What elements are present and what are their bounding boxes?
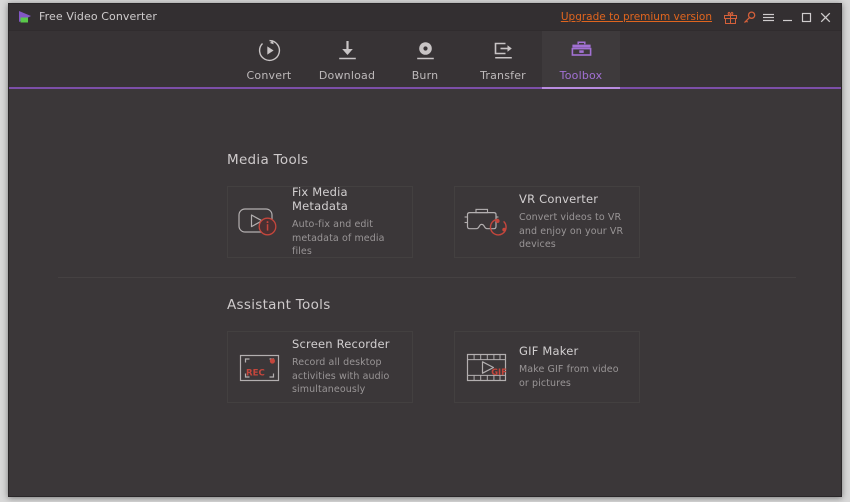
nav-item-convert[interactable]: Convert — [230, 31, 308, 89]
section-title-assistant-tools: Assistant Tools — [227, 297, 331, 313]
application-window: Free Video Converter Upgrade to premium … — [8, 3, 842, 497]
section-divider — [58, 277, 796, 278]
maximize-icon[interactable] — [797, 7, 816, 27]
transfer-icon — [492, 38, 515, 62]
nav-label-transfer: Transfer — [480, 69, 526, 82]
nav-label-download: Download — [318, 69, 376, 82]
minimize-icon[interactable] — [778, 7, 797, 27]
window-title: Free Video Converter — [39, 10, 157, 23]
card-desc-gif-maker: Make GIF from video or pictures — [519, 364, 619, 389]
nav-label-burn: Burn — [411, 69, 439, 82]
card-text-vr-converter: VR Converter Convert videos to VR and en… — [519, 192, 639, 251]
card-desc-vr-converter: Convert videos to VR and enjoy on your V… — [519, 212, 624, 251]
tool-card-screen-recorder[interactable]: REC Screen Recorder Record all desktop a… — [227, 331, 413, 403]
card-title-vr-converter: VR Converter — [519, 192, 599, 207]
download-icon — [336, 38, 359, 62]
vr-converter-icon — [455, 186, 519, 258]
svg-text:REC: REC — [246, 369, 265, 379]
fix-metadata-icon — [228, 186, 292, 258]
upgrade-to-premium-link[interactable]: Upgrade to premium version — [561, 11, 712, 23]
card-text-gif-maker: GIF Maker Make GIF from video or picture… — [519, 344, 639, 390]
toolbox-content: Media Tools Fix Media Metadata Auto-fix … — [9, 89, 841, 496]
burn-icon — [414, 38, 437, 62]
key-icon[interactable] — [740, 7, 759, 27]
convert-icon — [258, 38, 281, 62]
nav-item-transfer[interactable]: Transfer — [464, 31, 542, 89]
tool-card-vr-converter[interactable]: VR Converter Convert videos to VR and en… — [454, 186, 640, 258]
card-title-fix-media-metadata: Fix Media Metadata — [292, 185, 349, 214]
section-title-media-tools: Media Tools — [227, 152, 309, 168]
tool-card-fix-media-metadata[interactable]: Fix Media Metadata Auto-fix and edit met… — [227, 185, 413, 258]
gif-maker-icon: GIF — [455, 331, 519, 403]
nav-item-toolbox[interactable]: Toolbox — [542, 31, 620, 89]
card-text-fix-media-metadata: Fix Media Metadata Auto-fix and edit met… — [292, 185, 412, 258]
nav-item-download[interactable]: Download — [308, 31, 386, 89]
tool-card-gif-maker[interactable]: GIF GIF Maker Make GIF from video or pic… — [454, 331, 640, 403]
title-bar: Free Video Converter Upgrade to premium … — [9, 4, 841, 31]
menu-icon[interactable] — [759, 7, 778, 27]
toolbox-icon — [570, 38, 593, 62]
card-desc-fix-media-metadata: Auto-fix and edit metadata of media file… — [292, 219, 385, 258]
svg-text:GIF: GIF — [491, 367, 507, 377]
nav-label-toolbox: Toolbox — [559, 69, 603, 82]
card-text-screen-recorder: Screen Recorder Record all desktop activ… — [292, 337, 412, 396]
card-desc-screen-recorder: Record all desktop activities with audio… — [292, 357, 390, 396]
nav-item-burn[interactable]: Burn — [386, 31, 464, 89]
close-icon[interactable] — [816, 7, 835, 27]
card-title-screen-recorder: Screen Recorder — [292, 337, 390, 352]
app-logo-icon — [18, 10, 34, 25]
nav-label-convert: Convert — [246, 69, 292, 82]
screen-recorder-icon: REC — [228, 331, 292, 403]
card-title-gif-maker: GIF Maker — [519, 344, 579, 359]
main-navigation: Convert Download Burn Transfer Toolbox — [9, 31, 841, 89]
titlebar-controls: Upgrade to premium version — [561, 4, 835, 30]
gift-icon[interactable] — [721, 7, 740, 27]
